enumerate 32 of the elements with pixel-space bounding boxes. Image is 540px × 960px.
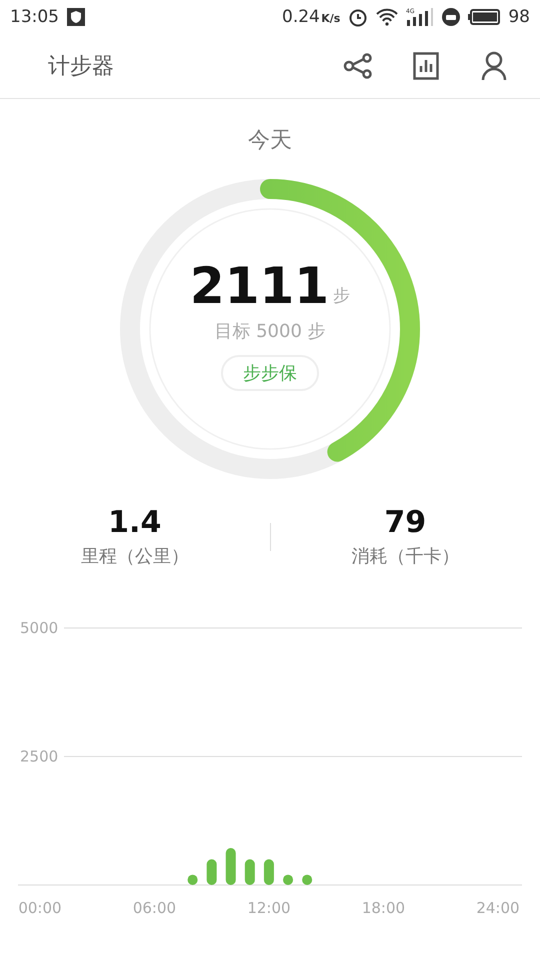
chart-bar — [206, 859, 217, 885]
stat-value: 79 — [384, 505, 426, 540]
stat-label: 消耗（千卡） — [351, 545, 460, 568]
x-tick-label: 06:00 — [132, 899, 176, 916]
goal-text: 目标 5000 步 — [214, 320, 326, 343]
app-title: 计步器 — [48, 53, 115, 81]
x-tick-label: 24:00 — [476, 899, 520, 916]
alarm-icon — [348, 7, 368, 27]
chart-bar — [302, 874, 312, 885]
y-tick-label: 2500 — [20, 748, 58, 766]
step-unit: 步 — [333, 285, 350, 307]
chart-bar — [283, 874, 294, 885]
insurance-badge[interactable]: 步步保 — [221, 355, 319, 391]
status-time: 13:05 — [10, 7, 59, 27]
bar-chart-icon — [413, 52, 439, 80]
chart-bar — [264, 859, 274, 885]
stat-value: 1.4 — [108, 505, 162, 540]
y-tick-label: 5000 — [20, 619, 58, 637]
x-tick-label: 12:00 — [247, 899, 291, 916]
step-count: 2111 — [190, 261, 330, 311]
chart-bar — [188, 874, 198, 885]
chart-bar — [244, 859, 255, 885]
chart-bar — [226, 848, 236, 885]
battery-level: 98 — [508, 7, 530, 27]
shield-icon — [67, 8, 85, 26]
network-speed: 0.24 K/s — [282, 7, 340, 27]
x-tick-label: 00:00 — [18, 899, 62, 916]
x-tick-label: 18:00 — [362, 899, 406, 916]
stat-label: 里程（公里） — [80, 545, 189, 568]
wifi-icon — [376, 8, 398, 26]
today-label: 今天 — [247, 127, 293, 155]
battery-icon — [468, 9, 500, 25]
